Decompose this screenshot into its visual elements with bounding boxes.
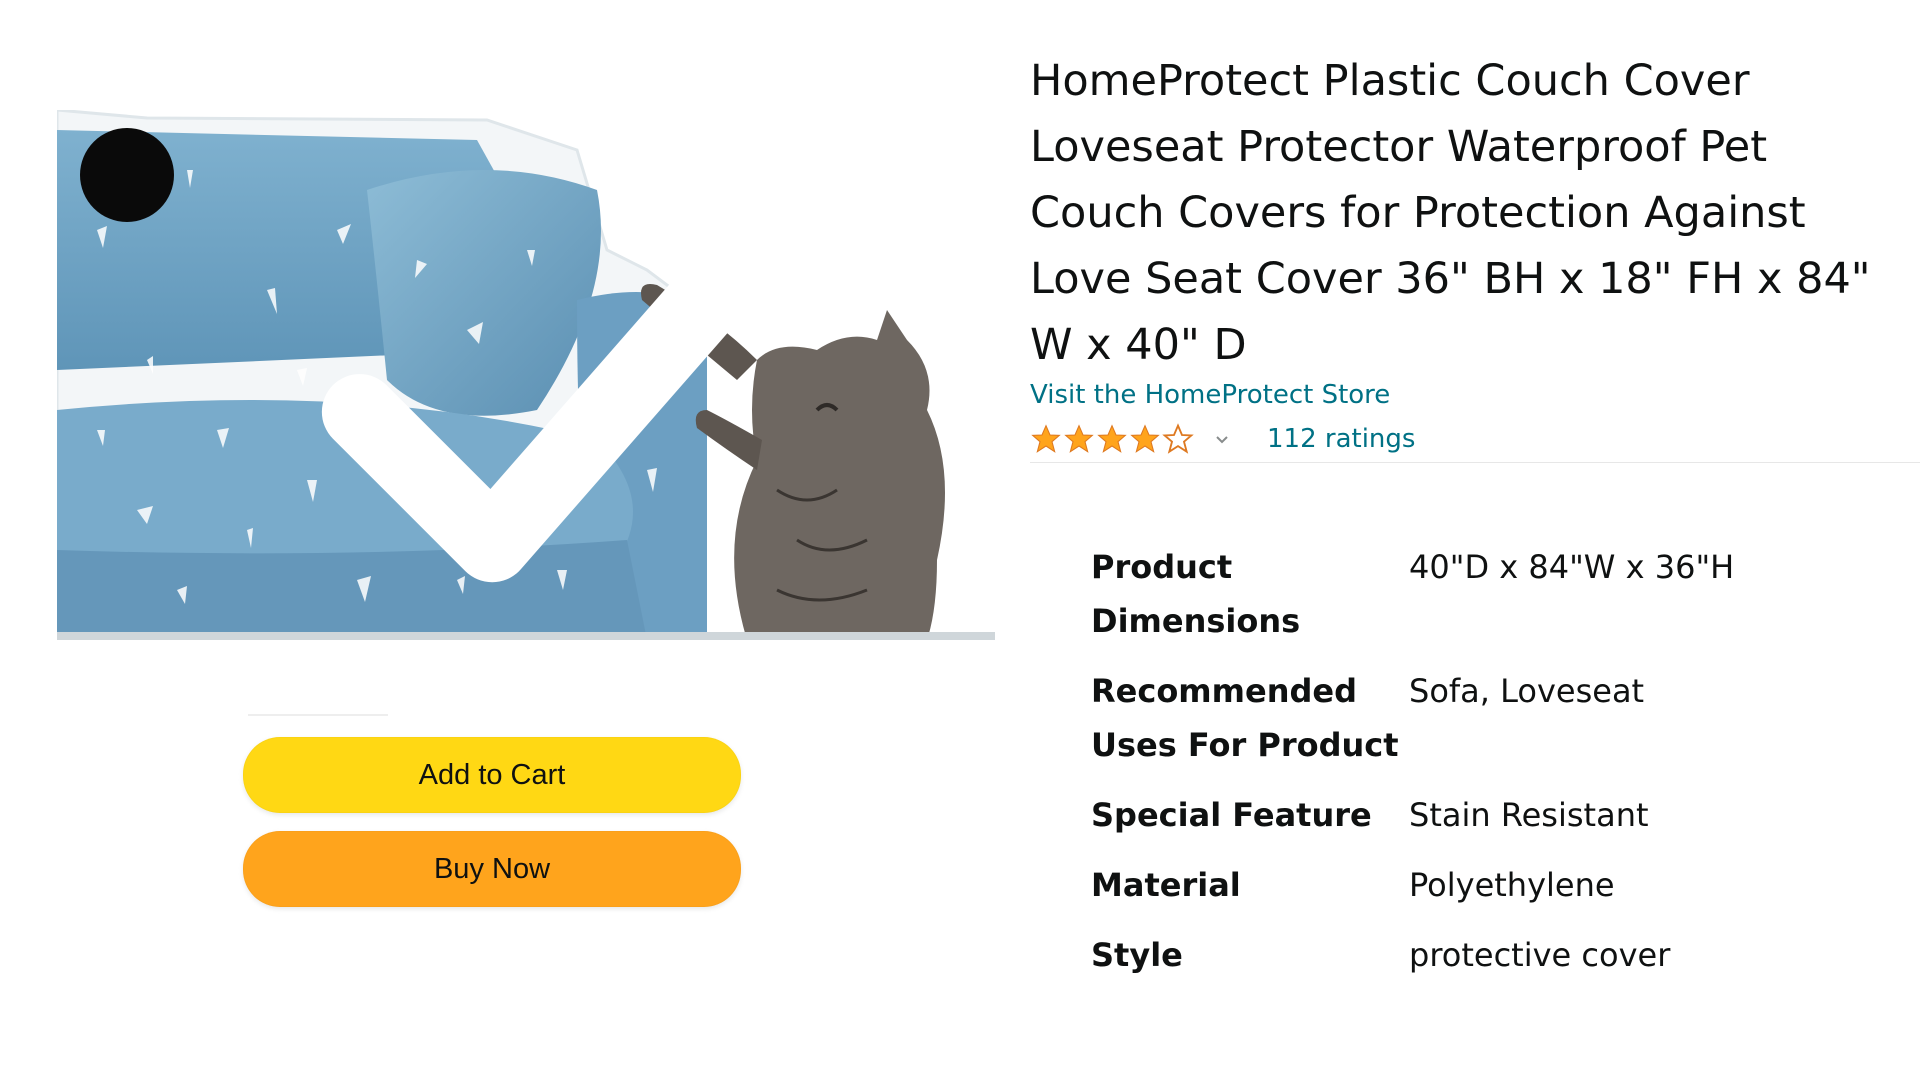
buy-now-button[interactable]: Buy Now (243, 831, 741, 907)
star-rating[interactable] (1030, 423, 1195, 455)
star-full-icon (1031, 424, 1061, 453)
product-specs-table: Product Dimensions 40"D x 84"W x 36"H Re… (1091, 540, 1891, 998)
spec-label: Material (1091, 866, 1241, 904)
product-page: Add to Cart Buy Now HomeProtect Plastic … (0, 0, 1920, 1080)
star-empty-icon (1162, 423, 1194, 454)
spec-row: Special Feature Stain Resistant (1091, 788, 1891, 858)
spec-value: Polyethylene (1409, 866, 1615, 904)
chevron-down-icon[interactable] (1213, 430, 1231, 448)
product-image[interactable] (57, 110, 995, 640)
star-full-icon (1130, 424, 1160, 453)
spec-value: protective cover (1409, 936, 1671, 974)
store-link[interactable]: Visit the HomeProtect Store (1030, 380, 1390, 410)
spec-value: Stain Resistant (1409, 796, 1649, 834)
rating-row: 112 ratings (1030, 421, 1415, 457)
ratings-count-link[interactable]: 112 ratings (1267, 424, 1415, 454)
spec-row: Product Dimensions 40"D x 84"W x 36"H (1091, 540, 1891, 664)
star-full-icon (1064, 424, 1094, 453)
spec-label: Style (1091, 936, 1183, 974)
section-divider (1030, 462, 1920, 463)
spec-row: Material Polyethylene (1091, 858, 1891, 928)
add-to-cart-button[interactable]: Add to Cart (243, 737, 741, 813)
spec-row: Recommended Uses For Product Sofa, Loves… (1091, 664, 1891, 788)
selected-badge (80, 128, 796, 583)
spec-label: Product Dimensions (1091, 548, 1301, 640)
spec-value: Sofa, Loveseat (1409, 672, 1645, 710)
spec-label: Special Feature (1091, 796, 1372, 834)
star-full-icon (1097, 424, 1127, 453)
checkmark-icon (321, 203, 796, 583)
image-thumbnail-divider (248, 714, 388, 716)
spec-value: 40"D x 84"W x 36"H (1409, 548, 1735, 586)
product-title: HomeProtect Plastic Couch Cover Loveseat… (1030, 56, 1871, 370)
spec-row: Style protective cover (1091, 928, 1891, 998)
spec-label: Recommended Uses For Product (1091, 672, 1399, 764)
